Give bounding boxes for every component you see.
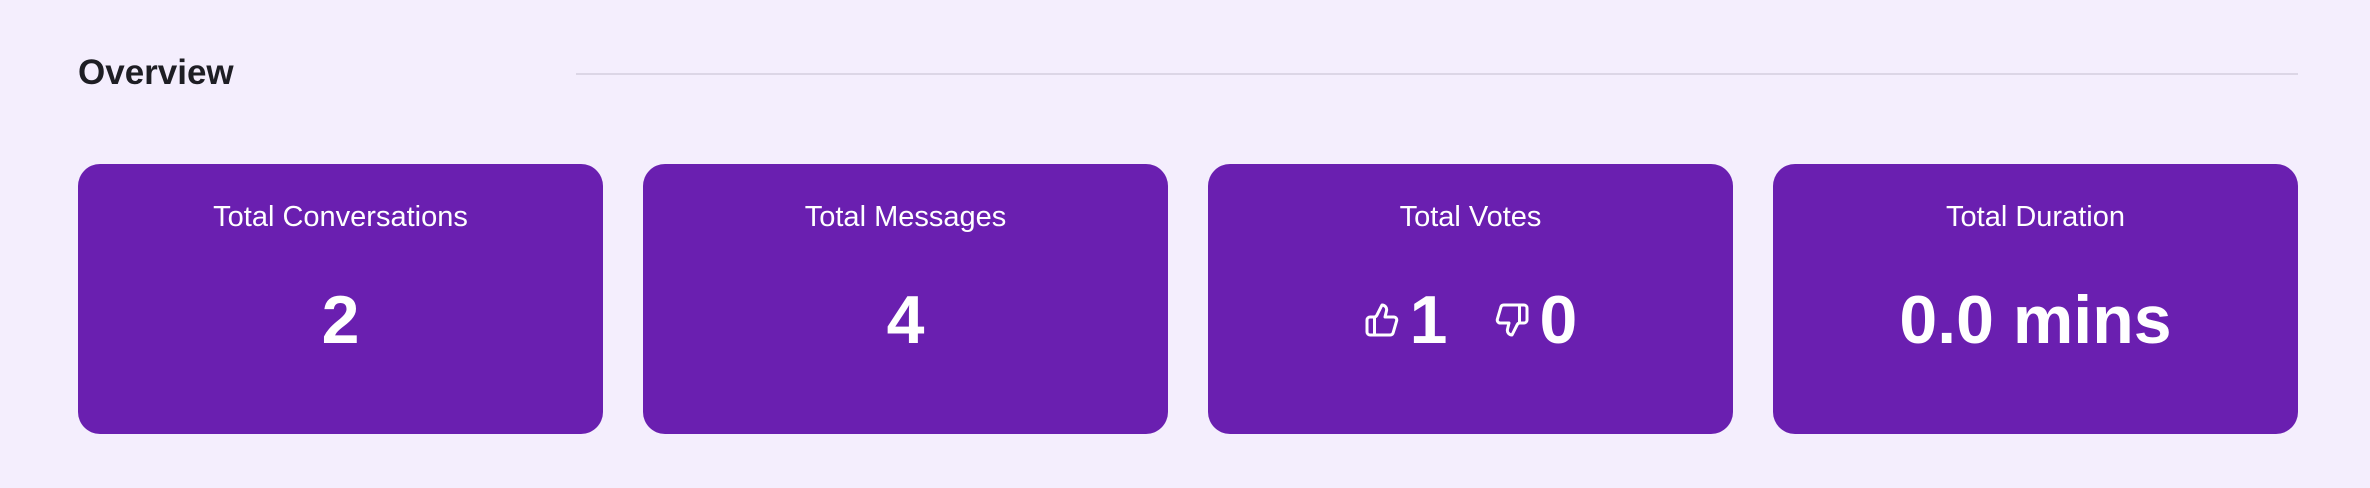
thumbs-down-icon <box>1494 302 1530 338</box>
upvote-count: 1 <box>1409 282 1448 358</box>
total-duration-value: 0.0 mins <box>1899 282 2172 358</box>
upvote-group: 1 <box>1364 270 1448 370</box>
total-votes-label: Total Votes <box>1399 201 1542 233</box>
total-conversations-value: 2 <box>321 282 360 358</box>
overview-title: Overview <box>78 53 234 92</box>
overview-header: Overview <box>78 50 2298 96</box>
total-messages-value: 4 <box>886 282 925 358</box>
total-conversations-label: Total Conversations <box>213 201 468 233</box>
total-duration-label: Total Duration <box>1946 201 2125 233</box>
header-divider <box>576 73 2298 75</box>
downvote-group: 0 <box>1494 270 1578 370</box>
total-duration-card: Total Duration 0.0 mins <box>1773 164 2298 434</box>
stats-cards: Total Conversations 2 Total Messages 4 T… <box>78 164 2298 434</box>
thumbs-up-icon <box>1364 302 1400 338</box>
total-messages-card: Total Messages 4 <box>643 164 1168 434</box>
total-messages-label: Total Messages <box>804 201 1007 233</box>
total-conversations-card: Total Conversations 2 <box>78 164 603 434</box>
downvote-count: 0 <box>1539 282 1578 358</box>
total-votes-value: 1 0 <box>1208 270 1733 370</box>
total-votes-card: Total Votes 1 0 <box>1208 164 1733 434</box>
